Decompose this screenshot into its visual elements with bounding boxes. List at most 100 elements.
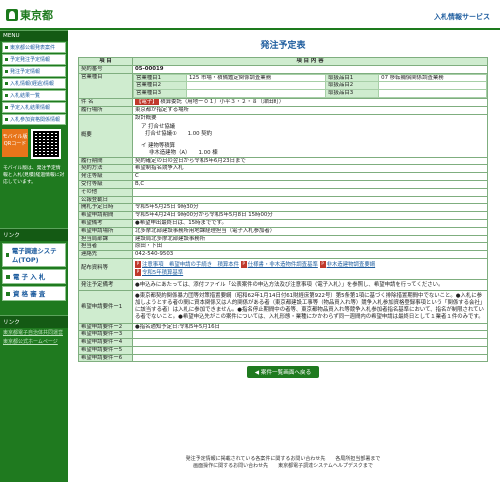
- row-label: 発注予定備考: [78, 278, 133, 292]
- table-row: 連絡先 042-540-9503: [78, 250, 488, 259]
- row-label: その他: [78, 187, 133, 197]
- row-label: 希望申請要件ー5: [78, 345, 133, 355]
- table-row: 履行場所 東京都が指定する場所: [78, 105, 488, 115]
- pdf-icon: P: [135, 260, 141, 268]
- cell-value: 07 移転補償関係調査業務: [378, 74, 487, 83]
- sidebar-item-label: 予定発注予定情報: [10, 57, 51, 63]
- sidebar-item-label: 入札結果一覧: [10, 93, 41, 99]
- row-value: B,C: [132, 179, 488, 189]
- doc-link[interactable]: 仕様書・非木造物件調査基準: [248, 262, 318, 268]
- row-label: 概要: [78, 113, 133, 158]
- table-header-row: 項 目 項 目 内 容: [78, 57, 488, 66]
- sidebar-item-results[interactable]: 入札結果一覧: [2, 90, 66, 101]
- row-label: 履行場所: [78, 105, 133, 115]
- row-label: 受付等級: [78, 179, 133, 189]
- qr-code-icon: [31, 129, 61, 159]
- sidebar-item-koho[interactable]: 東京都公報発表案件: [2, 42, 66, 53]
- sidebar-item-eproc-top[interactable]: 電子調達システム(TOP): [2, 243, 66, 267]
- row-label: 連絡先: [78, 250, 133, 259]
- row-label: 希望申請要件ー3: [78, 330, 133, 340]
- sidebar-item-ebid[interactable]: 電 子 入 札: [2, 269, 66, 284]
- mobile-section: モバイル版 QRコード: [2, 129, 66, 159]
- row-value: [132, 353, 488, 363]
- row-value: C: [132, 172, 488, 181]
- row-value: 建設局北多摩北部建設事務所: [132, 234, 488, 244]
- sidebar-item-label: 入札参加資格関係情報: [10, 117, 61, 123]
- table-row: 希望申請期間 令和5年4月24日 9時00分から令和5年5月8日 15時00分: [78, 211, 488, 220]
- tokyo-logo[interactable]: 東京都: [6, 7, 53, 23]
- table-row: 契約番号 05-00019: [78, 64, 488, 74]
- cell-value: [378, 89, 487, 98]
- mobile-note: モバイル版は、発注予定情報と入札(見積)経過情報に対応しています。: [3, 166, 65, 185]
- place-value: 東京都が指定する場所: [132, 105, 488, 115]
- row-label: 開札予定日時: [78, 203, 133, 213]
- row-value: 令和5年4月24日 9時00分から令和5年5月8日 15時00分: [132, 211, 488, 220]
- table-row: 件 名 【電子】 積算委託（用地ー０１）小平３・２・８（津田町）: [78, 97, 488, 107]
- link-tokyo-official[interactable]: 東京都公式ホームページ: [0, 337, 68, 346]
- row-value: 契約確定の日の翌日から令和5年6月23日まで: [132, 156, 488, 166]
- sidebar-item-planned[interactable]: 予定発注予定情報: [2, 54, 66, 65]
- sidebar-item-order-plan[interactable]: 発注予定情報: [2, 66, 66, 77]
- table-row: 担当者 原田・下田: [78, 242, 488, 252]
- bullet-icon: [5, 58, 8, 61]
- contract-number: 05-00019: [132, 64, 488, 74]
- sidebar-item-qualification[interactable]: 入札参加資格関係情報: [2, 114, 66, 125]
- sidebar-item-planned-results[interactable]: 予定入札結果情報: [2, 102, 66, 113]
- sidebar-item-qual-review[interactable]: 資 格 審 査: [2, 286, 66, 301]
- table-row: 営業種目 営業種目1 125 市場・積備鑑定関係調査業務 取扱品目1 07 移転補償関…: [78, 72, 488, 99]
- sidebar-item-label: 予定入札結果情報: [10, 105, 51, 111]
- table-row: 希望申請要件ー1 ●東京都契約関係暴力団等対策措置要綱（昭和62年1月14日付6…: [78, 290, 488, 324]
- bullet-icon: [5, 118, 8, 121]
- cell-label: 取扱品目3: [325, 89, 380, 98]
- notes-value: ●申込みにあたっては、添付ファイル「公表案件の申込方法及び注意事項（電子入札）」…: [132, 278, 488, 292]
- bullet-icon: [6, 291, 10, 296]
- docs-value: P 注意事項 希望申請の手続き 積算本件 P 仕様書・非木造物件調査基準 P 非木造建…: [132, 257, 488, 280]
- table-row: 発注等級 C: [78, 172, 488, 181]
- table-row: 発注予定備考 ●申込みにあたっては、添付ファイル「公表案件の申込方法及び注意事項…: [78, 278, 488, 292]
- row-label: 希望申請期間: [78, 211, 133, 220]
- page-title: 発注予定表: [260, 41, 306, 51]
- sidebar-item-bid-progress[interactable]: 入札情報(経過)情報: [2, 78, 66, 89]
- row-label: 公報登載日: [78, 195, 133, 205]
- table-row: 希望備考 ●希望申出最終日は、15時までです。: [78, 218, 488, 228]
- row-label: 希望申請要件ー4: [78, 338, 133, 347]
- cell-label: 取扱品目1: [325, 74, 380, 83]
- table-row: 受付等級 B,C: [78, 179, 488, 189]
- back-to-list-button[interactable]: ◀ 案件一覧画面へ戻る: [246, 366, 320, 379]
- link-joint-operation[interactable]: 東京都電子自治体共同運営: [0, 328, 68, 337]
- table-row: 開札予定日時 令和5年5月25日 9時30分: [78, 203, 488, 213]
- pdf-icon: P: [135, 268, 141, 276]
- table-row: 希望申請要件ー5: [78, 345, 488, 355]
- row-label: 希望申請要件ー1: [78, 290, 133, 324]
- bullet-icon: [5, 106, 8, 109]
- row-label: 担当者: [78, 242, 133, 252]
- doc-link[interactable]: 令和5年積算基準: [142, 270, 183, 276]
- summary-value: 設計概要 ア 打合せ協議 打合せ協議① 1.00 契約 イ 建物等積算 非木造建…: [132, 113, 488, 158]
- sidebar-item-label: 資 格 審 査: [13, 290, 46, 298]
- row-label: 希望申請場所: [78, 226, 133, 236]
- row-value: 原田・下田: [132, 242, 488, 252]
- row-value: ●希望申出最終日は、15時までです。: [132, 218, 488, 228]
- row-value: [132, 330, 488, 340]
- col-header-content: 項 目 内 容: [132, 57, 488, 66]
- row-value: 042-540-9503: [132, 250, 488, 259]
- footer-line: 画面操作に関するお問い合わせ先 東京都電子調達システムヘルプデスクまで: [193, 463, 373, 469]
- sidebar-item-label: 電 子 入 札: [13, 273, 46, 281]
- table-row: 履行期間 契約確定の日の翌日から令和5年6月23日まで: [78, 156, 488, 166]
- table-row: 希望申請要件ー4: [78, 338, 488, 347]
- row-label: 希望申請要件ー2: [78, 322, 133, 332]
- row-label: 契約番号: [78, 64, 133, 74]
- table-row: 希望申請要件ー2 ●指名通知予定日:令和5年5月16日: [78, 322, 488, 332]
- doc-link[interactable]: 非木造建物調査要綱: [327, 262, 376, 268]
- bullet-icon: [5, 46, 8, 49]
- cell-value: 125 市場・積備鑑定関係調査業務: [185, 74, 327, 83]
- tokyo-emblem-icon: [6, 9, 18, 21]
- doc-link[interactable]: 注意事項 希望申請の手続き 積算本件: [142, 262, 239, 268]
- row-value: 北多摩北部建設事務所用地課経理担当（電子入札参加者）: [132, 226, 488, 236]
- table-row: 担当局部課 建設局北多摩北部建設事務所: [78, 234, 488, 244]
- cell-value: [378, 81, 487, 91]
- row-label: 営業種目: [78, 72, 133, 99]
- mobile-badge[interactable]: モバイル版 QRコード: [2, 129, 28, 157]
- summary-line: 非木造建物（A） 1.00 棟: [149, 149, 218, 156]
- row-label: 件 名: [78, 97, 133, 107]
